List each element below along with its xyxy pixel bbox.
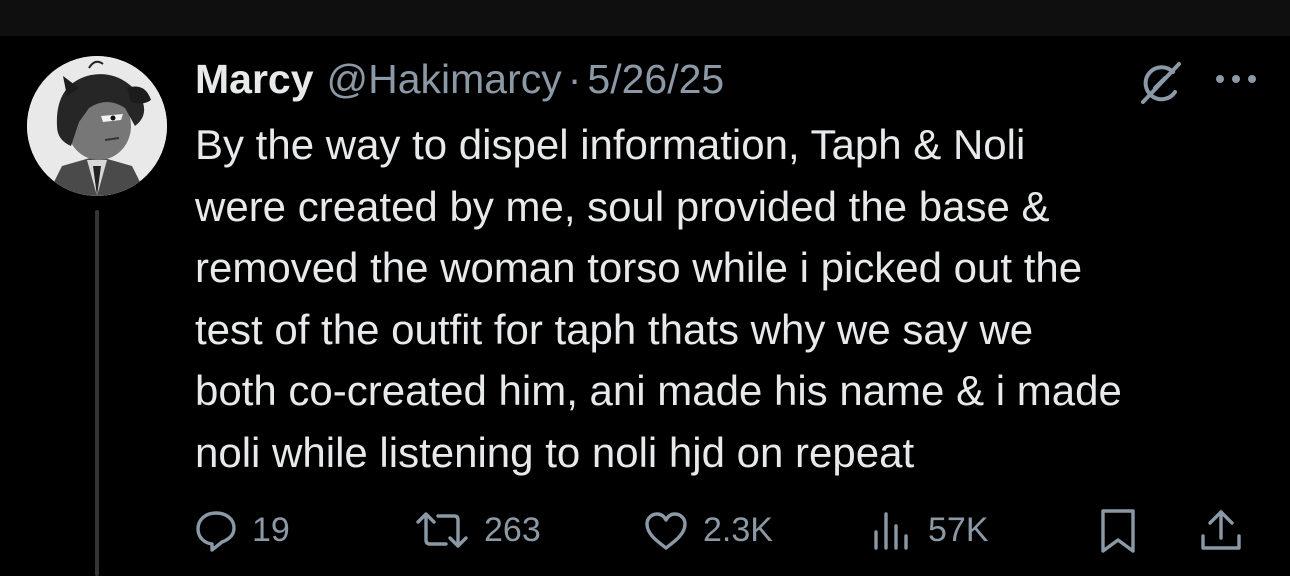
- view-count: 57K: [928, 510, 989, 549]
- display-name[interactable]: Marcy: [195, 54, 314, 104]
- tweet-text-line: both co-created him, ani made his name &…: [195, 367, 1122, 414]
- share-button[interactable]: [1197, 500, 1245, 560]
- tweet[interactable]: Marcy @Hakimarcy · 5/26/25 By the way to…: [0, 0, 1290, 576]
- tweet-text-line: removed the woman torso while i picked o…: [195, 244, 1083, 291]
- tweet-text-line: test of the outfit for taph thats why we…: [195, 305, 1034, 353]
- tweet-text: By the way to dispel information, Taph &…: [195, 114, 1275, 483]
- heart-icon: [641, 506, 691, 554]
- user-handle[interactable]: @Hakimarcy: [327, 54, 562, 104]
- bookmark-button[interactable]: [1094, 500, 1142, 560]
- repost-icon: [412, 506, 472, 554]
- tweet-text-line: noli while listening to noli hjd on repe…: [195, 428, 915, 476]
- like-count: 2.3K: [703, 510, 773, 549]
- reply-count: 19: [252, 510, 290, 549]
- tweet-header: Marcy @Hakimarcy · 5/26/25: [195, 54, 724, 104]
- tweet-date[interactable]: 5/26/25: [587, 54, 724, 104]
- tweet-text-line: By the way to dispel information, Taph &…: [195, 121, 1026, 168]
- grok-icon[interactable]: [1135, 58, 1185, 108]
- like-button[interactable]: 2.3K: [641, 500, 773, 560]
- views-icon: [868, 506, 916, 554]
- reply-button[interactable]: 19: [192, 500, 290, 560]
- tweet-text-line: were created by me, soul provided the ba…: [195, 182, 1050, 230]
- bookmark-icon: [1094, 506, 1142, 554]
- views-button[interactable]: 57K: [868, 500, 989, 560]
- share-icon: [1197, 506, 1245, 554]
- action-bar: 19 263 2.3K 57K: [0, 500, 1290, 560]
- reply-icon: [192, 506, 240, 554]
- more-icon[interactable]: [1212, 64, 1260, 94]
- separator-dot: ·: [567, 56, 582, 102]
- repost-count: 263: [484, 510, 541, 549]
- avatar[interactable]: [27, 56, 167, 196]
- avatar-image: [27, 56, 167, 196]
- repost-button[interactable]: 263: [412, 500, 541, 560]
